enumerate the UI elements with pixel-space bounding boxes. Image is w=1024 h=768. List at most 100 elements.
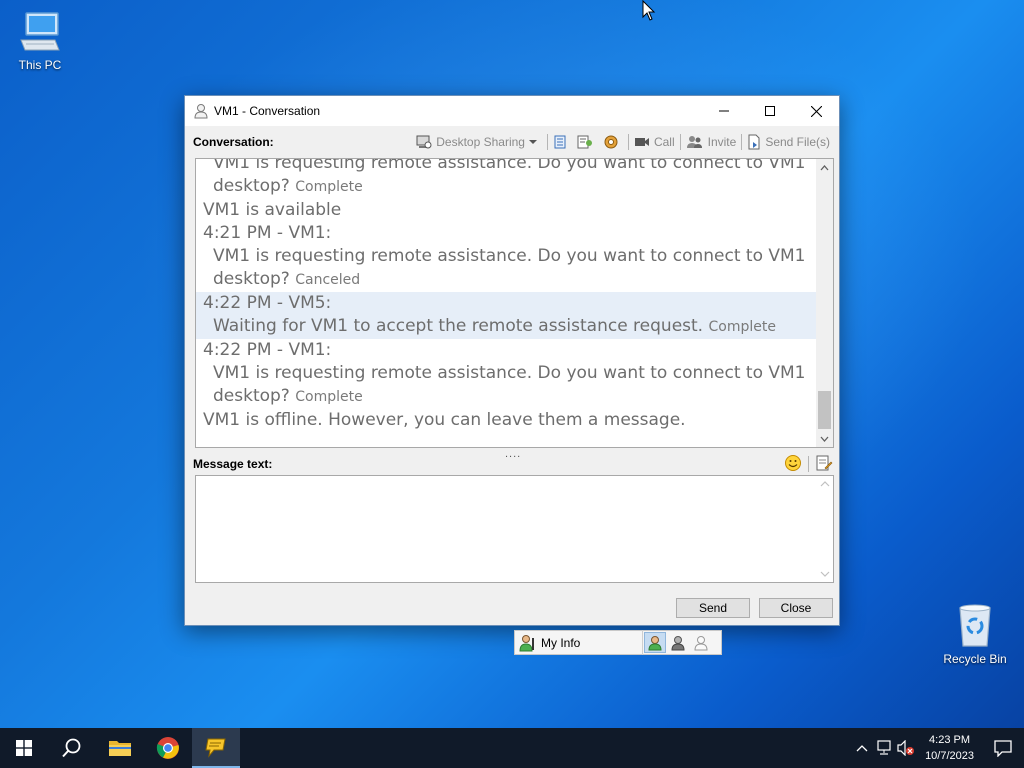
contact-icon [194,104,208,119]
desktop-icon-recycle-bin[interactable]: Recycle Bin [937,602,1013,666]
clock-date: 10/7/2023 [925,750,974,762]
search-button[interactable] [48,728,96,768]
message-line: desktop? Complete [213,176,363,196]
edit-note-icon [816,455,833,470]
start-button[interactable] [0,728,48,768]
message-header: 4:22 PM - VM1: [203,340,332,360]
conversation-window: VM1 - Conversation Conversation: Desktop… [184,95,840,626]
my-info-label: My Info [541,635,581,650]
toolbar-divider [627,134,629,150]
minimize-icon [719,110,729,112]
invite-users-icon [686,136,702,148]
volume-button[interactable] [895,728,917,768]
network-button[interactable] [873,728,895,768]
message-text-label: Message text: [193,457,273,471]
file-explorer-button[interactable] [96,728,144,768]
folder-icon [109,741,131,756]
history-button[interactable] [550,132,574,152]
action-center-button[interactable] [982,728,1024,768]
conversation-history[interactable]: VM1 is requesting remote assistance. Do … [195,158,834,448]
desktop-icon-this-pc[interactable]: This PC [2,10,78,72]
call-button[interactable]: Call [631,132,678,152]
format-text-button[interactable] [815,454,833,475]
volume-muted-icon [897,740,915,756]
title-bar[interactable]: VM1 - Conversation [185,96,839,126]
desktop-sharing-button[interactable]: Desktop Sharing [413,132,545,152]
send-button[interactable]: Send [676,598,750,618]
desktop-sharing-label: Desktop Sharing [436,135,525,149]
notification-icon [994,740,1012,757]
maximize-button[interactable] [747,96,793,126]
conversation-scrollbar[interactable] [816,159,833,447]
scroll-thumb[interactable] [818,391,831,429]
highlighted-message: 4:22 PM - VM5: Waiting for VM1 to accept… [196,292,816,339]
mouse-cursor-icon [642,0,656,21]
invite-label: Invite [707,135,737,149]
scroll-up-button[interactable] [816,159,833,176]
desktop-sharing-icon [416,135,432,149]
emoticon-button[interactable] [784,454,802,475]
computer-icon [20,12,60,51]
message-status: Canceled [295,272,361,288]
close-button[interactable]: Close [759,598,833,618]
call-label: Call [653,135,675,149]
message-scrollbar[interactable] [817,476,833,582]
taskbar: 4:23 PM 10/7/2023 [0,728,1024,768]
toolbar-divider [546,134,548,150]
conversation-label: Conversation: [193,135,274,149]
message-status: Complete [708,319,776,335]
message-input[interactable] [195,475,834,583]
recycle-bin-icon [959,604,991,647]
search-icon [62,738,81,758]
system-tray: 4:23 PM 10/7/2023 [851,728,1024,768]
my-info-button[interactable]: My Info [515,630,643,655]
message-header-row: Message text: [193,454,833,474]
show-hidden-icons-button[interactable] [851,728,873,768]
message-line: desktop? Complete [213,386,363,406]
network-icon [877,740,891,755]
history-icon [554,135,566,149]
messenger-app-button[interactable] [192,728,240,768]
chevron-up-icon [820,481,830,487]
invite-button[interactable]: Invite [683,132,740,152]
chrome-icon [156,737,179,759]
message-header: 4:21 PM - VM1: [203,223,332,243]
toolbar-divider [679,134,681,150]
message-line: VM1 is requesting remote assistance. Do … [213,246,806,266]
status-online-button[interactable] [644,632,666,653]
message-header: 4:22 PM - VM5: [203,293,332,313]
message-status: Complete [295,179,363,195]
clock-time: 4:23 PM [929,734,971,746]
conversation-header: Conversation: Desktop Sharing Call Invit… [193,132,833,152]
message-line: desktop? Canceled [213,269,361,289]
send-files-button[interactable]: Send File(s) [744,132,833,152]
chevron-down-icon [528,140,537,144]
toolbar-divider [808,456,809,472]
toolbar-divider [741,134,743,150]
status-offline-button[interactable] [690,632,712,653]
clock[interactable]: 4:23 PM 10/7/2023 [917,732,982,764]
video-camera-icon [634,138,649,146]
user-offline-icon [694,635,708,650]
my-info-bar: My Info [514,630,722,655]
chevron-up-icon [856,745,868,752]
send-files-label: Send File(s) [765,135,830,149]
chevron-down-icon [820,571,830,577]
close-window-button[interactable] [793,96,839,126]
chat-bubble-icon [205,738,226,758]
message-line: Waiting for VM1 to accept the remote ass… [213,316,776,336]
scroll-down-button[interactable] [816,430,833,447]
status-away-button[interactable] [667,632,689,653]
user-online-icon [648,635,662,650]
user-away-icon [671,635,685,650]
chrome-button[interactable] [144,728,192,768]
message-status: Complete [295,389,363,405]
minimize-button[interactable] [701,96,747,126]
close-icon [810,105,822,117]
settings-button[interactable] [600,132,626,152]
desktop-icon-label: This PC [18,58,62,72]
contact-info-button[interactable] [574,132,600,152]
smiley-icon [785,454,801,471]
message-line: VM1 is requesting remote assistance. Do … [213,158,806,173]
user-edit-icon [519,634,534,651]
